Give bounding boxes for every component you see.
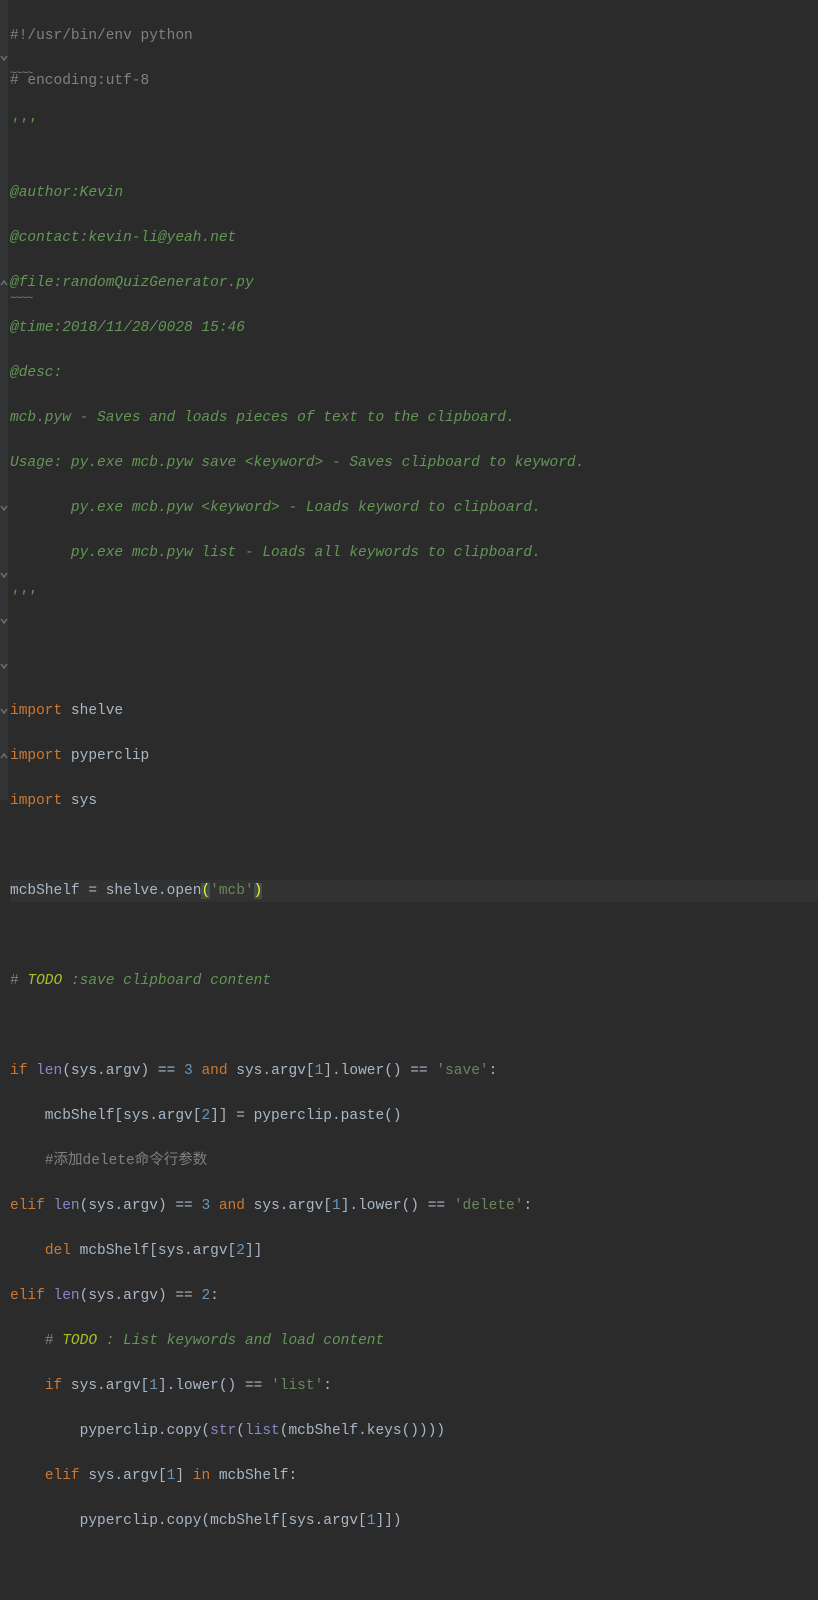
docstring-line: mcb.pyw - Saves and loads pieces of text… [10, 410, 515, 426]
number-literal: 3 [184, 1063, 193, 1079]
code-text: sys.argv[ [245, 1198, 332, 1214]
docstring-line: @desc: [10, 365, 62, 381]
docstring-line: Usage: py.exe mcb.pyw save <keyword> - S… [10, 455, 584, 471]
code-text: : [489, 1063, 498, 1079]
number-literal: 1 [149, 1378, 158, 1394]
code-text: ].lower() == [323, 1063, 436, 1079]
fold-toggle-icon[interactable] [0, 655, 8, 678]
code-editor[interactable]: #!/usr/bin/env python # encoding:utf-8 '… [0, 0, 818, 1600]
code-text: (mcbShelf.keys()))) [280, 1423, 445, 1439]
squiggly-underline: ~~~~ [10, 288, 32, 311]
code-text: ].lower() == [341, 1198, 454, 1214]
fold-toggle-icon[interactable] [0, 564, 8, 587]
docstring-line: @file:randomQuizGenerator.py [10, 275, 254, 291]
fold-toggle-icon[interactable] [0, 47, 8, 70]
fold-toggle-icon[interactable] [0, 700, 8, 723]
code-text: (sys.argv) == [80, 1198, 202, 1214]
code-text: sys.argv[ [228, 1063, 315, 1079]
docstring-line: @contact:kevin-li@yeah.net [10, 230, 236, 246]
string-literal: 'list' [271, 1378, 323, 1394]
code-text: (sys.argv) == [80, 1288, 202, 1304]
fold-toggle-icon[interactable] [0, 272, 8, 295]
code-text: mcbShelf = shelve.open [10, 883, 201, 899]
code-text: sys.argv[ [62, 1378, 149, 1394]
fold-toggle-icon[interactable] [0, 497, 8, 520]
if-keyword: if [45, 1378, 62, 1394]
in-keyword: in [193, 1468, 210, 1484]
code-text: sys.argv[ [80, 1468, 167, 1484]
and-keyword: and [201, 1063, 227, 1079]
import-keyword: import [10, 793, 62, 809]
number-literal: 2 [201, 1108, 210, 1124]
number-literal: 1 [167, 1468, 176, 1484]
todo-text: : List keywords and load content [106, 1333, 384, 1349]
todo-keyword: TODO [19, 973, 71, 989]
todo-keyword: TODO [54, 1333, 106, 1349]
number-literal: 1 [367, 1513, 376, 1529]
elif-keyword: elif [10, 1198, 45, 1214]
number-literal: 1 [315, 1063, 324, 1079]
number-literal: 2 [236, 1243, 245, 1259]
code-text: : [323, 1378, 332, 1394]
code-text: pyperclip.copy( [10, 1423, 210, 1439]
code-text: mcbShelf: [210, 1468, 297, 1484]
import-module: pyperclip [62, 748, 149, 764]
todo-text: :save clipboard content [71, 973, 271, 989]
comment-hash: # [45, 1333, 54, 1349]
code-text: : [523, 1198, 532, 1214]
code-text: ].lower() == [158, 1378, 271, 1394]
code-text: : [210, 1288, 219, 1304]
builtin-str: str [210, 1423, 236, 1439]
docstring-line: py.exe mcb.pyw list - Loads all keywords… [10, 545, 541, 561]
code-text: (sys.argv) == [62, 1063, 184, 1079]
builtin-len: len [54, 1198, 80, 1214]
if-keyword: if [10, 1063, 27, 1079]
current-line: mcbShelf = shelve.open('mcb') [10, 880, 818, 903]
number-literal: 2 [201, 1288, 210, 1304]
docstring-line: @time:2018/11/28/0028 15:46 [10, 320, 245, 336]
paren-match: ) [254, 883, 263, 899]
docstring-close: ''' [10, 590, 36, 606]
docstring-open: ''' [10, 118, 36, 134]
builtin-list: list [245, 1423, 280, 1439]
import-module: shelve [62, 703, 123, 719]
code-text: mcbShelf[sys.argv[ [10, 1108, 201, 1124]
builtin-len: len [36, 1063, 62, 1079]
code-text: pyperclip.copy(mcbShelf[sys.argv[ [10, 1513, 367, 1529]
and-keyword: and [219, 1198, 245, 1214]
builtin-len: len [54, 1288, 80, 1304]
import-keyword: import [10, 748, 62, 764]
code-text: ] [175, 1468, 192, 1484]
squiggly-underline: ~~~~ [10, 63, 32, 86]
import-module: sys [62, 793, 97, 809]
string-literal: 'mcb' [210, 883, 254, 899]
paren-match: ( [201, 883, 210, 899]
elif-keyword: elif [10, 1288, 45, 1304]
comment-hash: # [10, 973, 19, 989]
comment-chinese: #添加delete命令行参数 [10, 1153, 207, 1169]
gutter [0, 0, 8, 800]
fold-toggle-icon[interactable] [0, 745, 8, 768]
number-literal: 1 [332, 1198, 341, 1214]
code-text: ( [236, 1423, 245, 1439]
code-text: ]] = pyperclip.paste() [210, 1108, 401, 1124]
docstring-line: @author:Kevin [10, 185, 123, 201]
elif-keyword: elif [45, 1468, 80, 1484]
docstring-line: py.exe mcb.pyw <keyword> - Loads keyword… [10, 500, 541, 516]
string-literal: 'save' [436, 1063, 488, 1079]
code-text: mcbShelf[sys.argv[ [71, 1243, 236, 1259]
fold-toggle-icon[interactable] [0, 610, 8, 633]
number-literal: 3 [201, 1198, 210, 1214]
shebang-line: #!/usr/bin/env python [10, 28, 193, 44]
code-text: ]] [245, 1243, 262, 1259]
code-text: ]]) [375, 1513, 401, 1529]
import-keyword: import [10, 703, 62, 719]
string-literal: 'delete' [454, 1198, 524, 1214]
del-keyword: del [45, 1243, 71, 1259]
